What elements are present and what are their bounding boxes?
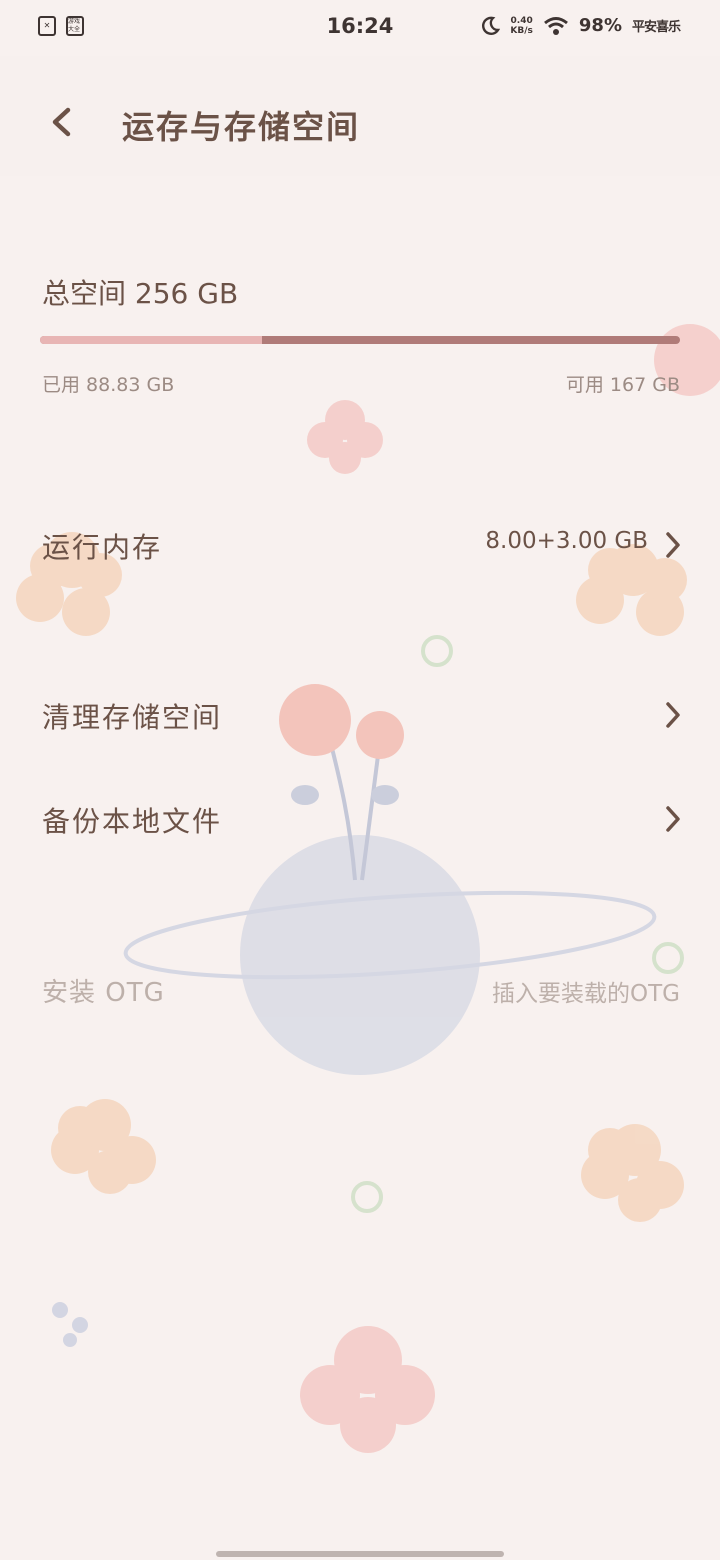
status-bar: ✕ 游戏大全 16:24 0.40 KB/s 98% 平安喜乐 bbox=[0, 0, 720, 56]
row-ram[interactable]: 运行内存 8.00+3.00 GB bbox=[0, 510, 720, 580]
home-indicator[interactable] bbox=[216, 1551, 504, 1557]
chevron-right-icon bbox=[666, 702, 680, 728]
page-title: 运存与存储空间 bbox=[122, 108, 361, 146]
chevron-right-icon bbox=[666, 532, 680, 558]
storage-usage-bar bbox=[40, 336, 680, 344]
network-speed-value: 0.40 bbox=[510, 15, 533, 26]
chevron-right-icon bbox=[666, 806, 680, 832]
clean-storage-label: 清理存储空间 bbox=[42, 701, 223, 734]
wifi-icon bbox=[543, 16, 568, 35]
backup-files-label: 备份本地文件 bbox=[42, 805, 223, 838]
status-tag: 平安喜乐 bbox=[631, 20, 681, 35]
chevron-left-icon bbox=[52, 107, 71, 137]
used-storage-label: 已用 88.83 GB bbox=[42, 374, 175, 396]
row-backup-files[interactable]: 备份本地文件 bbox=[0, 784, 720, 854]
available-storage-label: 可用 167 GB bbox=[565, 374, 680, 396]
storage-used-fill bbox=[40, 336, 263, 344]
ram-value: 8.00+3.00 GB bbox=[485, 528, 648, 554]
ram-label: 运行内存 bbox=[42, 531, 163, 564]
battery-level: 98% bbox=[578, 15, 622, 36]
floral-wallpaper bbox=[16, 324, 720, 1453]
otg-status: 插入要装载的OTG bbox=[492, 981, 680, 1007]
total-storage-label: 总空间 256 GB bbox=[42, 277, 239, 310]
otg-install-label: 安装 OTG bbox=[42, 978, 165, 1008]
moon-icon bbox=[482, 16, 501, 35]
network-speed-unit: KB/s bbox=[510, 25, 533, 36]
network-speed: 0.40 KB/s bbox=[510, 16, 532, 36]
app-header: 运存与存储空间 bbox=[0, 56, 720, 176]
screen: ✕ 游戏大全 16:24 0.40 KB/s 98% 平安喜乐 运存与存储空间 … bbox=[0, 0, 720, 1560]
back-button[interactable] bbox=[44, 102, 84, 142]
row-clean-storage[interactable]: 清理存储空间 bbox=[0, 680, 720, 750]
